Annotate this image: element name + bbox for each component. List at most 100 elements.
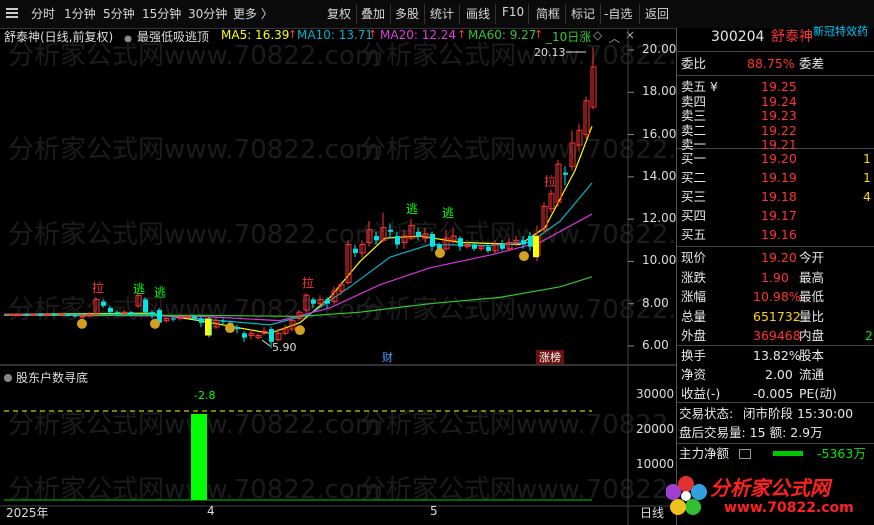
webi-diff-label: 委差 [799,56,825,71]
buy-level-price[interactable]: 19.16 [761,225,797,244]
candle-down [242,333,247,338]
candle-up [30,313,37,316]
main-net-expand-icon[interactable] [739,449,751,459]
mark-button[interactable]: 标记 [571,5,595,22]
simple-frame-button[interactable]: 简框 [536,5,560,22]
fundamental-label: 净资 [681,367,707,382]
signal-tag: 逃 [442,206,454,220]
adjust-button[interactable]: 复权 [327,5,351,22]
candle-down [73,315,78,317]
candle-down [101,301,106,306]
highlight-candle [533,236,539,258]
buy-level-price[interactable]: 19.17 [761,206,797,225]
candle-down [458,238,463,247]
signal-tag: 拉 [544,173,556,188]
fundamental-label-2: 股本 [799,348,825,363]
buy-level-volume: 1 [863,170,871,185]
candle-down [129,312,134,315]
price-tick-label: 8.00 [642,295,669,310]
tab-15min[interactable]: 15分钟 [142,5,181,22]
money-bag-icon [77,318,87,329]
webi-value: 88.75% [747,56,795,71]
price-tick-label: 18.00 [642,84,677,99]
quote-stat-label-2: 今开 [799,250,825,265]
signal-tag: 拉 [302,275,314,290]
date-label-april: 4 [207,504,215,518]
highlight-candle [205,318,211,336]
buy-level-label: 买四 [681,208,707,223]
news-tag[interactable]: 新冠特效药 [813,22,868,41]
sub-tick-label: 20000 [636,422,675,436]
sub-settings-icon[interactable] [4,374,12,382]
quote-stat-label-2: 最低 [799,289,825,304]
buy-level-volume: 1 [863,151,871,166]
buy-level-label: 买五 [681,227,707,242]
top-toolbar: 分时 1分钟 5分钟 15分钟 30分钟 更多 〉 复权 叠加 多股 统计 画线… [0,0,874,29]
multi-stock-button[interactable]: 多股 [395,5,419,22]
buy-level-price[interactable]: 19.19 [761,168,797,187]
quote-stat-value: 1.90 [761,269,789,285]
stats-button[interactable]: 统计 [430,5,454,22]
trade-state-value: 闭市阶段 15:30:00 [743,406,854,421]
low-price-annotation: 5.90 [272,341,297,354]
f10-button[interactable]: F10 [502,5,524,19]
low-arrow [261,339,271,347]
candle-down [521,240,526,245]
buy-level-price[interactable]: 19.20 [761,149,797,168]
quote-stat-value: 651732 [753,308,801,324]
signal-tag: 逃 [154,285,166,299]
candle-down [52,314,57,316]
quote-panel: 300204 舒泰神 新冠特效药 委比 88.75% 委差 交易状态: 闭市阶段… [676,25,874,525]
sub-axis: 30000 20000 10000 [628,365,676,480]
remove-favorite-button[interactable]: -自选 [604,5,632,22]
tab-5min[interactable]: 5分钟 [103,5,135,22]
candle-up [58,313,65,316]
fundamental-value: 13.82% [753,348,801,363]
webi-label: 委比 [681,56,707,71]
tab-more[interactable]: 更多 〉 [233,5,273,22]
tab-timeshare[interactable]: 分时 [31,5,55,22]
candle-down [108,307,113,313]
buy-level-label: 买三 [681,189,707,204]
candle-down [353,248,358,253]
quote-stat-label: 外盘 [681,328,707,343]
price-tick-label: 12.00 [642,211,677,226]
candle-down [374,236,379,241]
quote-stat-label: 总量 [681,308,707,324]
candle-down [325,299,330,304]
money-bag-icon [295,325,305,336]
buy-level-volume: 4 [863,189,871,204]
quote-stat-label: 涨幅 [681,289,707,304]
price-tick-label: 6.00 [642,338,669,352]
candle-down [563,172,568,175]
tab-1min[interactable]: 1分钟 [64,5,96,22]
overlay-button[interactable]: 叠加 [361,5,385,22]
price-axis: 20.00 18.00 16.00 14.00 12.00 10.00 8.00 6.00 [628,28,676,368]
candle-down [115,312,120,314]
money-bag-icon [150,318,160,329]
candle-down [486,246,491,251]
price-tick-label: 16.00 [642,126,677,141]
trade-state-label: 交易状态: [679,406,734,421]
watermark-text: 分析家公式网www.70822.com [8,220,380,250]
quote-stat-label-2: 量比 [799,308,825,324]
quote-stat-value: 10.98% [753,289,801,304]
candle-down [500,244,505,249]
candle-down [199,318,204,323]
back-button[interactable]: 返回 [645,5,669,22]
quote-stat-label-2: 最高 [799,269,825,285]
buy-level-price[interactable]: 19.18 [761,187,797,206]
menu-icon[interactable] [6,7,18,19]
tab-30min[interactable]: 30分钟 [188,5,227,22]
kline-chart[interactable]: 分析家公式网www.70822.com 分析家公式网www.70822.com 分析… [0,28,676,525]
candle-down [388,229,393,232]
date-label-year: 2025年 [6,506,49,520]
quote-stat-value: 369468 [753,328,801,343]
candle-down [150,312,155,315]
draw-line-button[interactable]: 画线 [466,5,490,22]
quote-stat-value: 19.20 [761,250,797,265]
quote-stat-label: 现价 [681,250,707,265]
money-bag-icon [435,247,445,258]
main-net-label: 主力净额 [679,446,730,461]
sub-indicator-name[interactable]: 股东户数寻底 [16,371,88,385]
